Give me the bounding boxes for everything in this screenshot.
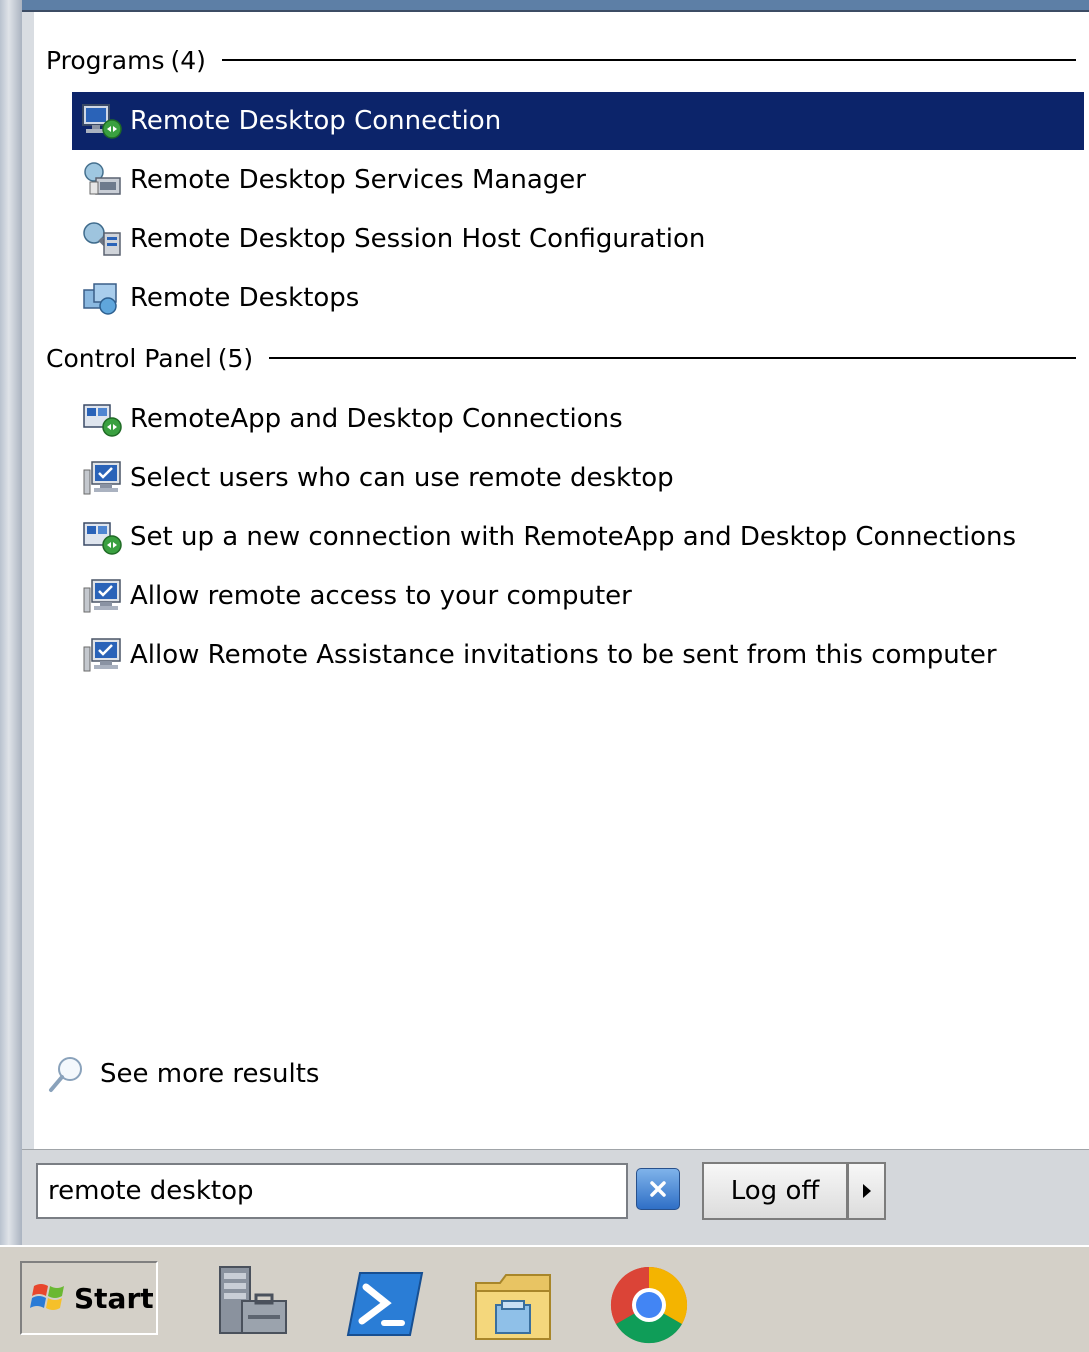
result-session-host-configuration[interactable]: Remote Desktop Session Host Configuratio… <box>72 210 1084 268</box>
remote-desktops-icon <box>83 283 117 315</box>
programs-group-count: (4) <box>170 45 206 75</box>
log-off-label: Log off <box>730 1176 820 1206</box>
result-label: Remote Desktop Connection <box>130 106 502 136</box>
remote-desktop-connection-icon <box>82 104 122 139</box>
result-remoteapp-desktop-connections[interactable]: RemoteApp and Desktop Connections <box>72 390 1084 448</box>
result-select-users-remote-desktop[interactable]: Select users who can use remote desktop <box>72 449 1084 507</box>
see-more-label: See more results <box>100 1059 320 1089</box>
control-panel-group-title: Control Panel <box>46 343 212 373</box>
menu-left-edge <box>0 0 22 1245</box>
log-off-button[interactable]: Log off <box>702 1162 848 1220</box>
start-label: Start <box>74 1281 154 1315</box>
arrow-right-icon <box>862 1184 871 1198</box>
clear-search-button[interactable] <box>636 1168 680 1210</box>
result-remote-desktop-services-manager[interactable]: Remote Desktop Services Manager <box>72 151 1084 209</box>
control-panel-group-header[interactable]: Control Panel (5) <box>46 340 1076 376</box>
result-label: Set up a new connection with RemoteApp a… <box>130 522 1017 552</box>
result-remote-desktop-connection[interactable]: Remote Desktop Connection <box>72 92 1084 150</box>
group-divider <box>269 357 1076 359</box>
programs-group-header[interactable]: Programs (4) <box>46 42 1076 78</box>
taskbar: Start <box>0 1245 1089 1352</box>
start-button[interactable]: Start <box>20 1261 158 1335</box>
result-label: Remote Desktop Services Manager <box>130 165 586 195</box>
magnifier-icon <box>49 1057 82 1092</box>
remoteapp-icon <box>83 522 122 555</box>
result-label: Allow Remote Assistance invitations to b… <box>130 640 997 670</box>
remoteapp-icon <box>83 404 122 437</box>
system-monitor-icon <box>83 638 121 672</box>
system-monitor-icon <box>83 461 121 495</box>
result-allow-remote-assistance[interactable]: Allow Remote Assistance invitations to b… <box>72 626 1084 684</box>
result-set-up-new-connection[interactable]: Set up a new connection with RemoteApp a… <box>72 508 1084 566</box>
services-manager-icon <box>84 162 121 195</box>
search-input-container[interactable] <box>36 1163 628 1219</box>
close-icon <box>650 1181 666 1197</box>
shutdown-options-button[interactable] <box>848 1162 886 1220</box>
programs-group-title: Programs <box>46 45 165 75</box>
session-host-config-icon <box>83 222 121 256</box>
powershell-icon[interactable] <box>342 1261 428 1347</box>
result-label: RemoteApp and Desktop Connections <box>130 404 623 434</box>
result-remote-desktops[interactable]: Remote Desktops <box>72 269 1084 327</box>
result-label: Remote Desktops <box>130 283 360 313</box>
menu-top-bar <box>0 0 1089 10</box>
control-panel-group-count: (5) <box>217 343 254 373</box>
see-more-results-link[interactable]: See more results <box>46 1050 319 1098</box>
group-divider <box>221 59 1076 61</box>
result-allow-remote-access[interactable]: Allow remote access to your computer <box>72 567 1084 625</box>
search-input[interactable] <box>48 1176 608 1206</box>
result-label: Allow remote access to your computer <box>130 581 632 611</box>
server-manager-icon[interactable] <box>208 1261 294 1347</box>
system-monitor-icon <box>83 579 121 613</box>
result-label: Select users who can use remote desktop <box>130 463 674 493</box>
result-label: Remote Desktop Session Host Configuratio… <box>130 224 706 254</box>
windows-logo-icon <box>30 1284 64 1310</box>
chrome-icon[interactable] <box>606 1261 692 1347</box>
explorer-icon[interactable] <box>470 1261 556 1347</box>
